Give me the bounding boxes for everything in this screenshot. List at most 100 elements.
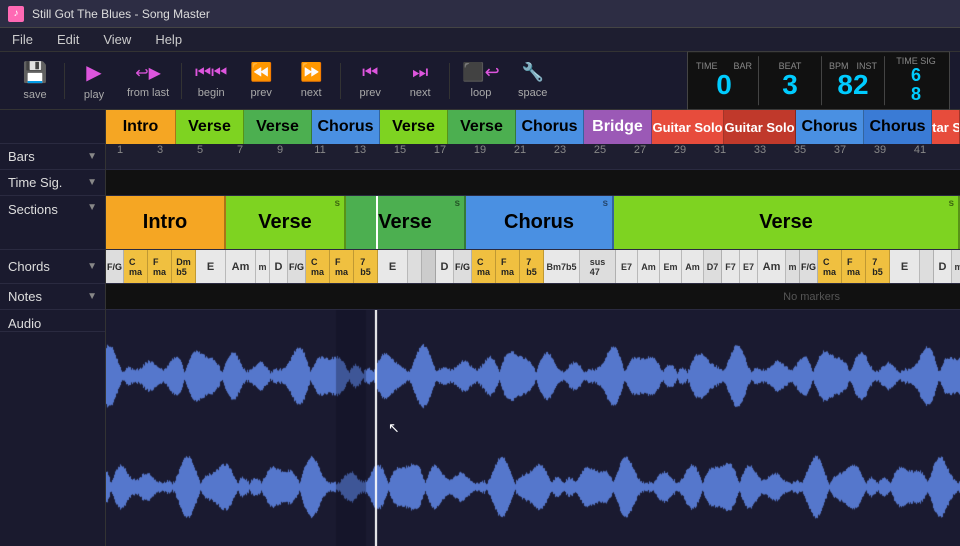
chord-7b54[interactable]: 7b5 [866, 250, 890, 283]
chord-d2[interactable]: D [436, 250, 454, 283]
chord-bm7b5[interactable]: Bm7b5 [544, 250, 580, 283]
time-label: TIME [696, 62, 718, 72]
sidebar-item-audio[interactable]: Audio [0, 310, 105, 332]
section-strip-verse1[interactable]: Verse [176, 110, 244, 144]
section-strip-gs3[interactable]: Guitar Solo [932, 110, 960, 144]
loop-button[interactable]: ⬛↩ loop [454, 55, 508, 107]
section-main-verse3[interactable]: Verses [614, 196, 960, 249]
chord-e2[interactable]: E [378, 250, 408, 283]
menu-view[interactable]: View [91, 28, 143, 51]
section-strip-verse3[interactable]: Verse [380, 110, 448, 144]
chord-cma1[interactable]: Cma [124, 250, 148, 283]
chords-chevron-icon: ▼ [87, 261, 97, 272]
chord-dmb1[interactable]: Dmb5 [172, 250, 196, 283]
bar-25: 25 [594, 144, 606, 156]
menu-edit[interactable]: Edit [45, 28, 91, 51]
chord-d1[interactable]: D [270, 250, 288, 283]
bar-3: 3 [157, 144, 163, 156]
prev-section-button[interactable]: ⏪ prev [236, 55, 286, 107]
chord-fma3[interactable]: Fma [496, 250, 520, 283]
section-strip-verse2[interactable]: Verse [244, 110, 312, 144]
bar-15: 15 [394, 144, 406, 156]
section-strip-gs1[interactable]: Guitar Solo [652, 110, 724, 144]
chord-d7[interactable]: D7 [704, 250, 722, 283]
chord-m2[interactable]: m [786, 250, 800, 283]
chord-cma4[interactable]: Cma [818, 250, 842, 283]
chord-fg1[interactable]: F/G [106, 250, 124, 283]
from-last-button[interactable]: ↩▶ from last [119, 55, 177, 107]
app-icon-symbol: ♪ [14, 8, 19, 19]
chord-am1[interactable]: Am [226, 250, 256, 283]
play-label: play [84, 89, 104, 101]
section-strip-gs2[interactable]: Guitar Solo [724, 110, 796, 144]
chord-em1[interactable]: Em [660, 250, 682, 283]
section-main-verse1[interactable]: Verses [226, 196, 346, 249]
prev-bar-button[interactable]: ⏮ prev [345, 55, 395, 107]
content-area: Intro Verse Verse Chorus Verse Verse Cho… [106, 110, 960, 546]
section-strip-chorus1[interactable]: Chorus [312, 110, 380, 144]
bar-19: 19 [474, 144, 486, 156]
chord-7b53[interactable]: 7b5 [520, 250, 544, 283]
bar-37: 37 [834, 144, 846, 156]
chord-m1[interactable]: m [256, 250, 270, 283]
notes-chevron-icon: ▼ [87, 291, 97, 302]
from-last-label: from last [127, 87, 169, 99]
section-main-intro[interactable]: Intro [106, 196, 226, 249]
space-button[interactable]: 🔧 space [508, 55, 558, 107]
chord-fma1[interactable]: Fma [148, 250, 172, 283]
loop-icon: ⬛↩ [462, 62, 500, 83]
sidebar-top-strip [0, 110, 105, 144]
section-strip-intro[interactable]: Intro [106, 110, 176, 144]
timesig-chevron-icon: ▼ [87, 177, 97, 188]
sidebar-item-notes[interactable]: Notes ▼ [0, 284, 105, 310]
begin-button[interactable]: ⏮⏮ begin [186, 55, 236, 107]
menu-help[interactable]: Help [143, 28, 194, 51]
sidebar-item-chords[interactable]: Chords ▼ [0, 250, 105, 284]
menu-file[interactable]: File [0, 28, 45, 51]
section-main-verse2[interactable]: Verses [346, 196, 466, 249]
chord-e7a[interactable]: E7 [616, 250, 638, 283]
sidebar-item-sections[interactable]: Sections ▼ [0, 196, 105, 250]
next-bar-button[interactable]: ⏭ next [395, 55, 445, 107]
section-main-chorus[interactable]: Choruss [466, 196, 614, 249]
chord-empty3 [920, 250, 934, 283]
sidebar-item-timesig[interactable]: Time Sig. ▼ [0, 170, 105, 196]
next-section-button[interactable]: ⏩ next [286, 55, 336, 107]
sidebar-item-bars[interactable]: Bars ▼ [0, 144, 105, 170]
chord-fg3[interactable]: F/G [454, 250, 472, 283]
chord-fma2[interactable]: Fma [330, 250, 354, 283]
chord-cma2[interactable]: Cma [306, 250, 330, 283]
bar-27: 27 [634, 144, 646, 156]
prev-section-label: prev [250, 87, 271, 99]
chord-7b52[interactable]: 7b5 [354, 250, 378, 283]
chord-fg4[interactable]: F/G [800, 250, 818, 283]
bar-1: 1 [117, 144, 123, 156]
section-strip-chorus3[interactable]: Chorus [796, 110, 864, 144]
chord-sus47[interactable]: sus47 [580, 250, 616, 283]
timesig-den: 8 [911, 86, 921, 106]
timesig-value: 6 8 [911, 66, 921, 106]
chord-d3[interactable]: D [934, 250, 952, 283]
chord-e3[interactable]: E [890, 250, 920, 283]
chord-f7[interactable]: F7 [722, 250, 740, 283]
main-area: Bars ▼ Time Sig. ▼ Sections ▼ Chords ▼ N… [0, 110, 960, 546]
section-strip-chorus2[interactable]: Chorus [516, 110, 584, 144]
chord-e7b[interactable]: E7 [740, 250, 758, 283]
save-button[interactable]: 💾 save [10, 55, 60, 107]
chord-am2[interactable]: Am [638, 250, 660, 283]
audio-row: ↖ [106, 310, 960, 546]
play-button[interactable]: ▶ play [69, 55, 119, 107]
section-strip-bridge[interactable]: Bridge [584, 110, 652, 144]
chord-am3[interactable]: Am [682, 250, 704, 283]
timesig-row [106, 170, 960, 196]
section-strip-verse4[interactable]: Verse [448, 110, 516, 144]
chord-m3[interactable]: m [952, 250, 960, 283]
chord-e1[interactable]: E [196, 250, 226, 283]
sidebar-bars-label: Bars [8, 149, 35, 164]
chord-am4[interactable]: Am [758, 250, 786, 283]
chord-fg2[interactable]: F/G [288, 250, 306, 283]
chord-cma3[interactable]: Cma [472, 250, 496, 283]
chord-fma4[interactable]: Fma [842, 250, 866, 283]
section-strip-chorus4[interactable]: Chorus [864, 110, 932, 144]
separator-1 [64, 63, 65, 99]
